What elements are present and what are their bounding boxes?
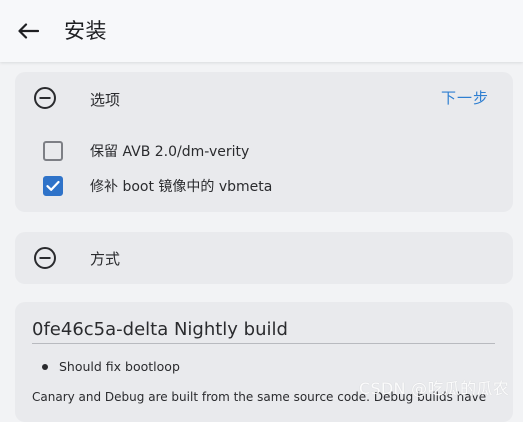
collapse-method-button[interactable] [33,246,57,270]
release-notes-title: 0fe46c5a-delta Nightly build [32,319,288,340]
option-patch-vbmeta[interactable]: 修补 boot 镜像中的 vbmeta [43,176,272,196]
page-title: 安装 [64,15,107,45]
title-divider [32,343,495,344]
watermark: CSDN @吃瓜的瓜农 [359,375,509,399]
method-title: 方式 [90,248,120,269]
option-keep-avb[interactable]: 保留 AVB 2.0/dm-verity [43,141,249,161]
minus-circle-icon [33,86,57,110]
list-item: Should fix bootloop [42,359,180,374]
patch-vbmeta-checkbox[interactable] [43,176,63,196]
arrow-left-icon [17,23,39,39]
options-card: 选项 下一步 保留 AVB 2.0/dm-verity 修补 boot 镜像中的… [15,72,513,212]
keep-avb-label: 保留 AVB 2.0/dm-verity [90,141,249,161]
bullet-text: Should fix bootloop [59,359,180,374]
back-button[interactable] [14,18,42,44]
collapse-options-button[interactable] [33,86,57,110]
checkmark-icon [46,180,60,192]
method-card: 方式 [15,232,513,284]
minus-circle-icon [33,246,57,270]
bullet-icon [42,364,48,370]
release-notes-card: 0fe46c5a-delta Nightly build Should fix … [15,302,513,422]
patch-vbmeta-label: 修补 boot 镜像中的 vbmeta [90,176,272,196]
options-title: 选项 [90,89,120,110]
app-bar: 安装 [0,0,523,62]
keep-avb-checkbox[interactable] [43,141,63,161]
next-step-button[interactable]: 下一步 [441,87,489,108]
